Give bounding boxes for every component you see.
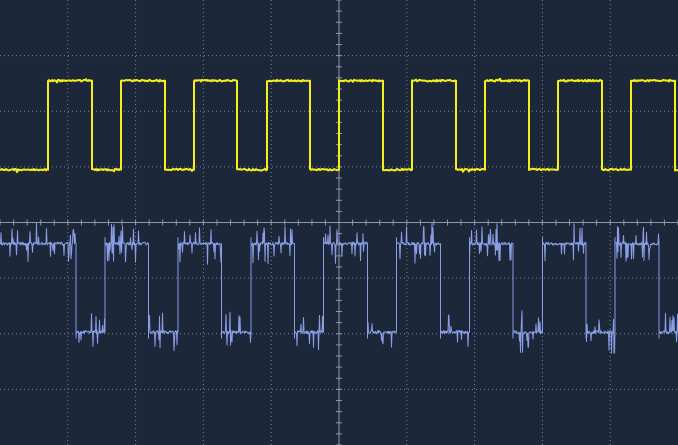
oscilloscope-display <box>0 0 678 445</box>
waveform-plot <box>0 0 678 445</box>
graticule <box>0 0 678 445</box>
trace-channel-1 <box>0 77 678 174</box>
